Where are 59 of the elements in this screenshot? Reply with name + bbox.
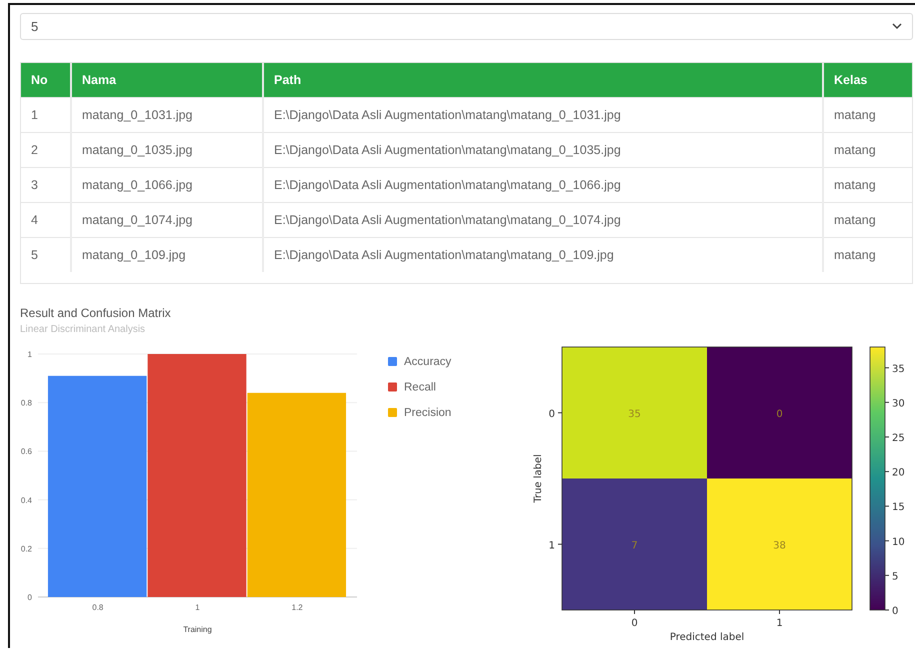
legend-label: Recall [404, 382, 436, 394]
column-header: No [21, 63, 71, 98]
colorbar-label: 25 [892, 432, 905, 444]
colorbar-label: 15 [892, 502, 905, 514]
axis-label: 0.8 [92, 603, 104, 612]
chart-title: Result and Confusion Matrix [20, 306, 172, 320]
colorbar-label: 10 [892, 536, 905, 548]
colorbar-label: 5 [892, 571, 898, 582]
cell-value: 35 [628, 408, 641, 420]
axis-title: True label [533, 454, 544, 503]
chevron-down-icon [892, 23, 902, 30]
cell-value: 38 [773, 540, 786, 552]
table-cell: matang [823, 98, 912, 132]
table-cell: E:\Django\Data Asli Augmentation\matang\matang_0_1074.jpg [263, 202, 823, 238]
axis-title: Predicted label [670, 632, 744, 643]
axis-label: 1 [548, 540, 555, 552]
colorbar-label: 20 [892, 468, 905, 479]
table-cell: E:\Django\Data Asli Augmentation\matang\matang_0_1035.jpg [263, 132, 823, 168]
table-cell: E:\Django\Data Asli Augmentation\matang\matang_0_1031.jpg [263, 98, 823, 132]
table-cell: E:\Django\Data Asli Augmentation\matang\matang_0_1066.jpg [263, 168, 823, 202]
column-header: Kelas [823, 63, 912, 98]
axis-label: 0.2 [20, 544, 32, 554]
table-cell: matang_0_1035.jpg [71, 132, 263, 168]
axis-label: 0.6 [20, 447, 32, 456]
table-cell: 2 [21, 132, 71, 168]
cell-value: 7 [631, 540, 638, 552]
legend-label: Accuracy [404, 356, 452, 368]
axis-label: 0.4 [20, 496, 32, 505]
table-cell: 1 [21, 98, 71, 132]
column-header: Path [263, 63, 823, 98]
axis-label: 0 [28, 593, 32, 602]
table-cell: 3 [21, 168, 71, 202]
cell-value: 0 [776, 408, 783, 420]
colorbar-label: 35 [892, 364, 905, 375]
table-cell: matang [823, 132, 912, 168]
table-cell: 4 [21, 202, 71, 238]
page-size-select[interactable]: 5 [20, 13, 913, 40]
table-cell: E:\Django\Data Asli Augmentation\matang\matang_0_109.jpg [263, 238, 823, 272]
table-cell: matang [823, 238, 912, 272]
axis-title: Training [183, 625, 212, 634]
table-cell: matang_0_109.jpg [71, 238, 263, 272]
table-cell: matang [823, 168, 912, 202]
chart-subtitle: Linear Discriminant Analysis [20, 324, 146, 335]
axis-label: 1 [195, 603, 200, 612]
axis-label: 1 [776, 618, 783, 629]
axis-label: 1.2 [292, 603, 303, 612]
colorbar-label: 0 [892, 606, 898, 617]
axis-label: 0 [548, 408, 555, 420]
column-header: Nama [71, 63, 263, 98]
colorbar-label: 30 [892, 398, 905, 410]
table-cell: matang_0_1031.jpg [71, 98, 263, 132]
legend-label: Precision [404, 407, 452, 419]
table-cell: 5 [21, 238, 71, 272]
axis-label: 0.8 [20, 398, 32, 408]
table-cell: matang [823, 202, 912, 238]
table-cell: matang_0_1074.jpg [71, 202, 263, 238]
axis-label: 0 [631, 618, 638, 629]
axis-label: 1 [28, 350, 32, 359]
table-cell: matang_0_1066.jpg [71, 168, 263, 202]
